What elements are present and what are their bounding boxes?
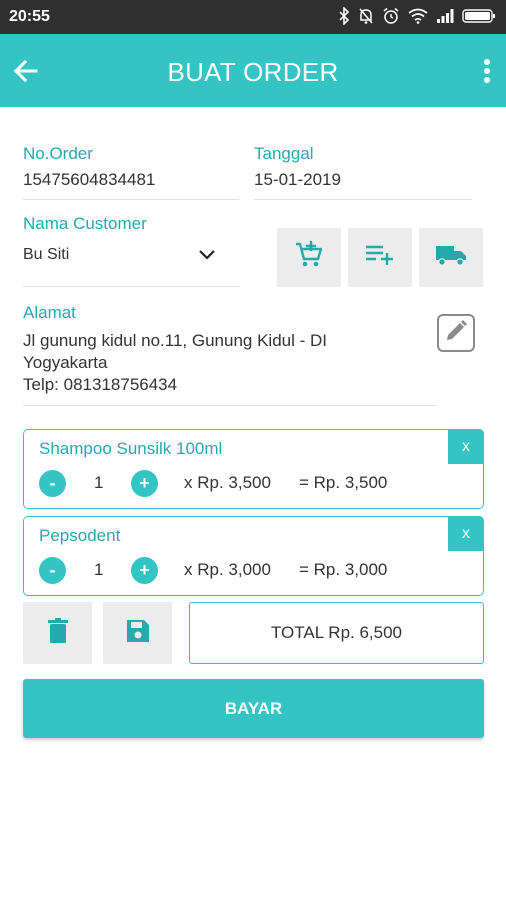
order-number-value[interactable]: 15475604834481 <box>23 170 155 190</box>
date-label: Tanggal <box>254 144 314 163</box>
playlist-add-icon <box>365 243 395 272</box>
edit-pencil-icon <box>444 319 468 348</box>
delete-order-button[interactable] <box>23 602 92 664</box>
signal-icon <box>436 8 454 24</box>
address-line-1: Jl gunung kidul no.11, Gunung Kidul - DI <box>23 331 327 350</box>
total-display: TOTAL Rp. 6,500 <box>189 602 484 664</box>
mute-bell-icon <box>358 7 374 25</box>
item-quantity: 1 <box>94 473 104 492</box>
increase-qty-button[interactable]: + <box>131 470 158 497</box>
date-underline <box>254 199 472 200</box>
order-number-underline <box>23 199 239 200</box>
add-cart-icon <box>294 240 324 275</box>
wifi-icon <box>408 8 428 24</box>
more-vert-icon[interactable] <box>480 55 494 87</box>
order-item-card: Shampoo Sunsilk 100ml x - 1 + x Rp. 3,50… <box>23 429 484 509</box>
edit-address-button[interactable] <box>437 314 475 352</box>
address-underline <box>23 405 437 406</box>
customer-value: Bu Siti <box>23 246 70 263</box>
save-floppy-icon <box>125 618 151 649</box>
item-unit-price: x Rp. 3,500 <box>184 473 271 492</box>
page-title: BUAT ORDER <box>167 57 339 87</box>
item-name: Pepsodent <box>39 526 121 545</box>
status-bar: 20:55 <box>0 0 506 34</box>
status-time: 20:55 <box>9 8 50 25</box>
battery-icon <box>462 8 496 24</box>
decrease-qty-button[interactable]: - <box>39 557 66 584</box>
address-label: Alamat <box>23 303 76 322</box>
decrease-qty-button[interactable]: - <box>39 470 66 497</box>
item-subtotal: = Rp. 3,000 <box>299 560 388 579</box>
chevron-down-icon <box>198 248 216 267</box>
item-unit-price: x Rp. 3,000 <box>184 560 271 579</box>
customer-label: Nama Customer <box>23 214 147 233</box>
item-quantity: 1 <box>94 560 104 579</box>
trash-icon <box>47 617 69 649</box>
address-phone: Telp: 081318756434 <box>23 375 178 394</box>
save-order-button[interactable] <box>103 602 172 664</box>
item-name: Shampoo Sunsilk 100ml <box>39 439 223 458</box>
pay-button[interactable]: BAYAR <box>23 679 484 738</box>
customer-select[interactable]: Bu Siti <box>23 240 239 274</box>
alarm-icon <box>382 7 400 25</box>
truck-icon <box>435 243 467 272</box>
status-icons <box>338 7 496 25</box>
order-number-label: No.Order <box>23 144 93 163</box>
add-item-list-button[interactable] <box>348 228 412 287</box>
item-subtotal: = Rp. 3,500 <box>299 473 388 492</box>
add-cart-button[interactable] <box>277 228 341 287</box>
address-line-2: Yogyakarta <box>23 353 108 372</box>
date-value[interactable]: 15-01-2019 <box>254 170 341 190</box>
bluetooth-icon <box>338 7 350 25</box>
remove-item-button[interactable]: x <box>448 516 484 551</box>
app-bar: BUAT ORDER <box>0 34 506 107</box>
remove-item-button[interactable]: x <box>448 429 484 464</box>
increase-qty-button[interactable]: + <box>131 557 158 584</box>
customer-underline <box>23 286 239 287</box>
delivery-button[interactable] <box>419 228 483 287</box>
order-item-card: Pepsodent x - 1 + x Rp. 3,000 = Rp. 3,00… <box>23 516 484 596</box>
